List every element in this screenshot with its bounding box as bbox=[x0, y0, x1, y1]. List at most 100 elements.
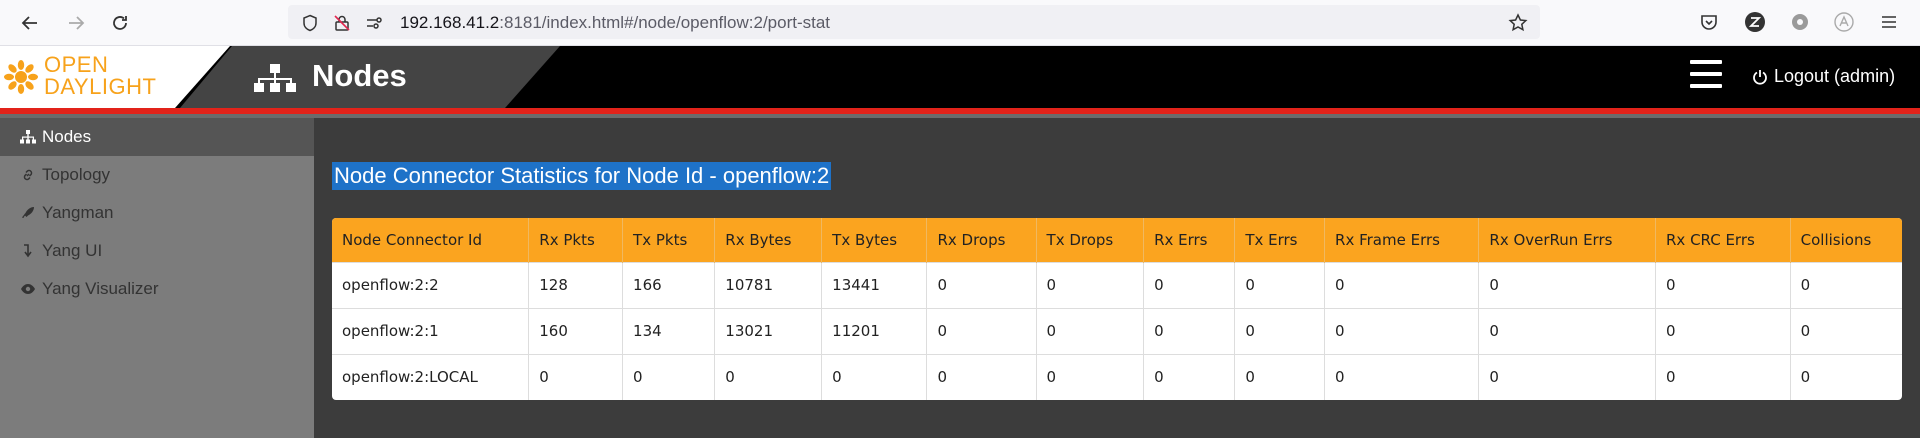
link-icon bbox=[20, 167, 36, 183]
table-cell: 0 bbox=[1143, 353, 1236, 400]
table-cell: 0 bbox=[926, 261, 1037, 308]
column-header: Tx Bytes bbox=[821, 218, 928, 262]
table-cell: 0 bbox=[1324, 307, 1480, 354]
table-cell: 0 bbox=[926, 353, 1037, 400]
table-cell: 0 bbox=[1324, 353, 1480, 400]
logout-label: Logout (admin) bbox=[1774, 66, 1896, 86]
app-header: OPEN DAYLIGHT Nodes Logout (admin) bbox=[0, 46, 1920, 108]
account-z-icon[interactable] bbox=[1744, 11, 1766, 33]
table-cell: openflow:2:1 bbox=[332, 307, 530, 354]
table-cell: 128 bbox=[528, 261, 624, 308]
forward-button[interactable] bbox=[62, 9, 90, 37]
sidebar-item-label: Yang Visualizer bbox=[42, 279, 159, 298]
reload-button[interactable] bbox=[106, 9, 134, 37]
table-cell: 0 bbox=[1790, 307, 1902, 354]
table-cell: 0 bbox=[528, 353, 624, 400]
stats-table: Node Connector Id Rx Pkts Tx Pkts Rx Byt… bbox=[332, 218, 1902, 400]
table-cell: 134 bbox=[622, 307, 716, 354]
hamburger-menu-button[interactable] bbox=[1690, 60, 1722, 88]
table-cell: 11201 bbox=[821, 307, 928, 354]
sidebar-item-yang-ui[interactable]: Yang UI bbox=[0, 232, 314, 270]
sidebar-item-label: Yangman bbox=[42, 203, 114, 222]
column-header: Rx Pkts bbox=[528, 218, 624, 262]
table-cell: 0 bbox=[1478, 307, 1656, 354]
eye-icon bbox=[20, 281, 36, 297]
back-button[interactable] bbox=[16, 9, 44, 37]
rocket-icon bbox=[20, 205, 36, 221]
sidebar-item-topology[interactable]: Topology bbox=[0, 156, 314, 194]
table-cell: 10781 bbox=[714, 261, 823, 308]
logo-line2: DAYLIGHT bbox=[44, 74, 157, 99]
insecure-lock-icon[interactable] bbox=[332, 13, 352, 33]
table-cell: 0 bbox=[714, 353, 823, 400]
sitemap-icon bbox=[20, 129, 36, 145]
column-header: Tx Drops bbox=[1036, 218, 1145, 262]
browser-toolbar: 192.168.41.2:8181/index.html#/node/openf… bbox=[0, 0, 1920, 46]
power-icon bbox=[1753, 69, 1767, 85]
url-path: :8181/index.html#/node/openflow:2/port-s… bbox=[499, 13, 831, 32]
column-header: Rx OverRun Errs bbox=[1478, 218, 1656, 262]
pocket-icon[interactable] bbox=[1698, 11, 1720, 33]
sidebar-item-label: Yang UI bbox=[42, 241, 103, 260]
table-cell: openflow:2:LOCAL bbox=[332, 353, 530, 400]
extension-gear-icon[interactable] bbox=[1789, 11, 1811, 33]
table-cell: 0 bbox=[1036, 307, 1145, 354]
table-cell: 160 bbox=[528, 307, 624, 354]
table-cell: 0 bbox=[1036, 261, 1145, 308]
table-row: openflow:2:LOCAL 0 0 0 0 0 0 0 0 0 0 0 0 bbox=[332, 353, 1902, 400]
table-cell: 0 bbox=[1478, 353, 1656, 400]
table-cell: 0 bbox=[1234, 261, 1326, 308]
table-cell: 0 bbox=[1790, 261, 1902, 308]
sidebar-item-yang-visualizer[interactable]: Yang Visualizer bbox=[0, 270, 314, 308]
menu-icon[interactable] bbox=[1878, 11, 1900, 33]
table-cell: 13441 bbox=[821, 261, 928, 308]
table-cell: 0 bbox=[622, 353, 716, 400]
table-cell: 0 bbox=[1478, 261, 1656, 308]
sidebar-item-label: Topology bbox=[42, 165, 111, 184]
table-cell: 0 bbox=[1324, 261, 1480, 308]
table-cell: 0 bbox=[1655, 261, 1791, 308]
permissions-icon[interactable] bbox=[364, 13, 384, 33]
table-cell: 0 bbox=[1655, 353, 1791, 400]
table-header-row: Node Connector Id Rx Pkts Tx Pkts Rx Byt… bbox=[332, 218, 1902, 262]
table-cell: 0 bbox=[1790, 353, 1902, 400]
column-header: Rx Errs bbox=[1143, 218, 1236, 262]
sidebar-item-nodes[interactable]: Nodes bbox=[0, 118, 314, 156]
column-header: Rx Bytes bbox=[714, 218, 823, 262]
column-header: Rx CRC Errs bbox=[1655, 218, 1791, 262]
url-bar[interactable]: 192.168.41.2:8181/index.html#/node/openf… bbox=[288, 5, 1540, 39]
table-cell: 13021 bbox=[714, 307, 823, 354]
stats-table-container: Node Connector Id Rx Pkts Tx Pkts Rx Byt… bbox=[332, 218, 1902, 400]
page-title: Nodes bbox=[312, 58, 407, 93]
table-cell: 0 bbox=[1234, 307, 1326, 354]
column-header: Collisions bbox=[1790, 218, 1902, 262]
table-cell: 0 bbox=[1036, 353, 1145, 400]
table-cell: 166 bbox=[622, 261, 716, 308]
main-content: Node Connector Statistics for Node Id - … bbox=[314, 118, 1920, 438]
sidebar: Nodes Topology Yangman Yang UI Yang Visu… bbox=[0, 118, 314, 438]
logo-line1: OPEN bbox=[44, 52, 109, 77]
table-row: openflow:2:2 128 166 10781 13441 0 0 0 0… bbox=[332, 261, 1902, 308]
logout-button[interactable]: Logout (admin) bbox=[1752, 66, 1895, 87]
extension-translate-icon[interactable] bbox=[1833, 11, 1855, 33]
sidebar-item-label: Nodes bbox=[42, 127, 92, 146]
bookmark-star-icon[interactable] bbox=[1508, 13, 1528, 33]
sitemap-icon bbox=[254, 64, 296, 92]
table-cell: openflow:2:2 bbox=[332, 261, 530, 308]
table-cell: 0 bbox=[821, 353, 928, 400]
table-cell: 0 bbox=[1143, 261, 1236, 308]
url-text[interactable]: 192.168.41.2:8181/index.html#/node/openf… bbox=[400, 13, 830, 33]
table-cell: 0 bbox=[1143, 307, 1236, 354]
column-header: Node Connector Id bbox=[332, 218, 530, 262]
shield-icon[interactable] bbox=[300, 13, 320, 33]
stats-heading: Node Connector Statistics for Node Id - … bbox=[332, 162, 832, 190]
column-header: Tx Pkts bbox=[622, 218, 716, 262]
column-header: Rx Frame Errs bbox=[1324, 218, 1480, 262]
table-cell: 0 bbox=[1655, 307, 1791, 354]
sidebar-item-yangman[interactable]: Yangman bbox=[0, 194, 314, 232]
column-header: Rx Drops bbox=[926, 218, 1037, 262]
arrow-down-icon bbox=[20, 243, 36, 259]
url-host: 192.168.41.2 bbox=[400, 13, 500, 32]
table-cell: 0 bbox=[926, 307, 1037, 354]
opendaylight-logo-icon[interactable] bbox=[0, 60, 42, 94]
